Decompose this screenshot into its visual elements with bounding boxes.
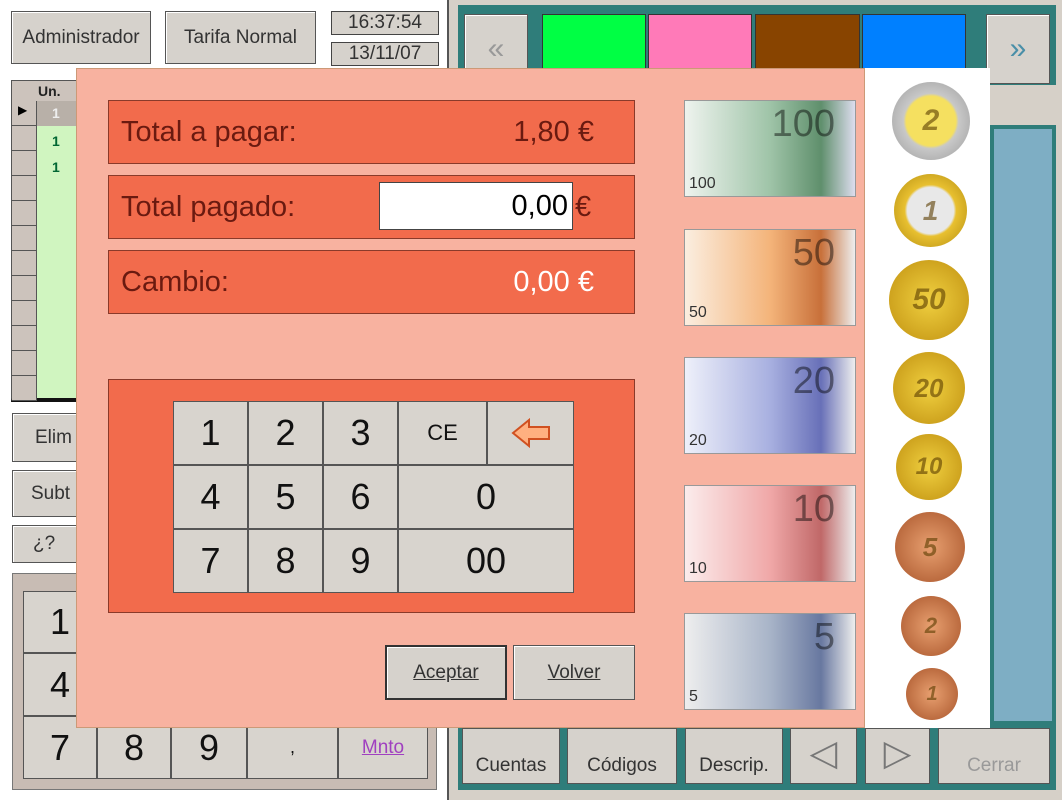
total-to-pay-row: Total a pagar: 1,80 € [108, 100, 635, 164]
coin-10-cent[interactable]: 10 [896, 434, 962, 500]
next-page-button[interactable]: » [986, 14, 1050, 84]
category-pink[interactable] [648, 14, 752, 70]
total-paid-row: Total pagado: 0,00 € [108, 175, 635, 239]
coin-5-cent[interactable]: 5 [895, 512, 965, 582]
clear-entry-button[interactable]: CE [398, 401, 487, 465]
date-display: 13/11/07 [331, 42, 439, 66]
row-selector-icon: ▶ [12, 101, 37, 126]
coin-50-cent[interactable]: 50 [889, 260, 969, 340]
key-1[interactable]: 1 [173, 401, 248, 465]
tariff-button[interactable]: Tarifa Normal [165, 11, 316, 64]
ticket-grid[interactable]: Un. ▶ 1 1 1 [11, 80, 82, 402]
key-3[interactable]: 3 [323, 401, 398, 465]
user-button[interactable]: Administrador [11, 11, 151, 64]
key-8[interactable]: 8 [248, 529, 323, 593]
bill-5[interactable]: 55 [684, 613, 856, 710]
key-6[interactable]: 6 [323, 465, 398, 529]
bill-100[interactable]: 100 100 [684, 100, 856, 197]
coin-2-cent[interactable]: 2 [901, 596, 961, 656]
codes-button[interactable]: Códigos [567, 728, 677, 784]
key-0[interactable]: 0 [398, 465, 574, 529]
bill-20[interactable]: 20 20 [684, 357, 856, 454]
right-arrow-button[interactable]: ▷ [865, 728, 930, 784]
product-area [990, 125, 1056, 725]
time-display: 16:37:54 [331, 11, 439, 35]
category-blue[interactable] [862, 14, 966, 70]
key-00[interactable]: 00 [398, 529, 574, 593]
coin-2-euro[interactable]: 2 [892, 82, 970, 160]
category-green[interactable] [542, 14, 646, 70]
grid-cell[interactable]: 1 [52, 159, 60, 175]
payment-keypad: 1 2 3 CE 4 5 6 0 7 8 9 00 [108, 379, 635, 613]
accounts-button[interactable]: Cuentas [462, 728, 560, 784]
coin-1-euro[interactable]: 1 [894, 174, 967, 247]
bill-10[interactable]: 10 10 [684, 485, 856, 582]
backspace-button[interactable] [487, 401, 574, 465]
description-button[interactable]: Descrip. [685, 728, 783, 784]
paid-label: Total pagado: [121, 190, 296, 223]
grid-cell[interactable]: 1 [52, 105, 60, 121]
left-arrow-button[interactable]: ◁ [790, 728, 857, 784]
category-brown[interactable] [755, 14, 860, 70]
key-5[interactable]: 5 [248, 465, 323, 529]
paid-currency: € [575, 190, 592, 223]
payment-dialog: Total a pagar: 1,80 € Total pagado: 0,00… [76, 68, 865, 728]
bill-50[interactable]: 50 50 [684, 229, 856, 326]
close-button[interactable]: Cerrar [938, 728, 1050, 784]
back-button[interactable]: Volver [513, 645, 635, 700]
key-7[interactable]: 7 [173, 529, 248, 593]
change-label: Cambio: [121, 265, 229, 298]
backspace-arrow-icon [510, 418, 550, 448]
coin-panel: 2 1 50 20 10 5 2 1 [865, 68, 990, 728]
change-value: 0,00 € [513, 265, 594, 298]
key-2[interactable]: 2 [248, 401, 323, 465]
change-row: Cambio: 0,00 € [108, 250, 635, 314]
total-label: Total a pagar: [121, 115, 297, 148]
accept-button[interactable]: Aceptar [385, 645, 507, 700]
total-value: 1,80 € [513, 115, 594, 148]
paid-input[interactable]: 0,00 [379, 182, 573, 230]
grid-cell[interactable]: 1 [52, 133, 60, 149]
column-header-units: Un. [12, 81, 80, 101]
key-4[interactable]: 4 [173, 465, 248, 529]
coin-1-cent[interactable]: 1 [906, 668, 958, 720]
key-9[interactable]: 9 [323, 529, 398, 593]
coin-20-cent[interactable]: 20 [893, 352, 965, 424]
